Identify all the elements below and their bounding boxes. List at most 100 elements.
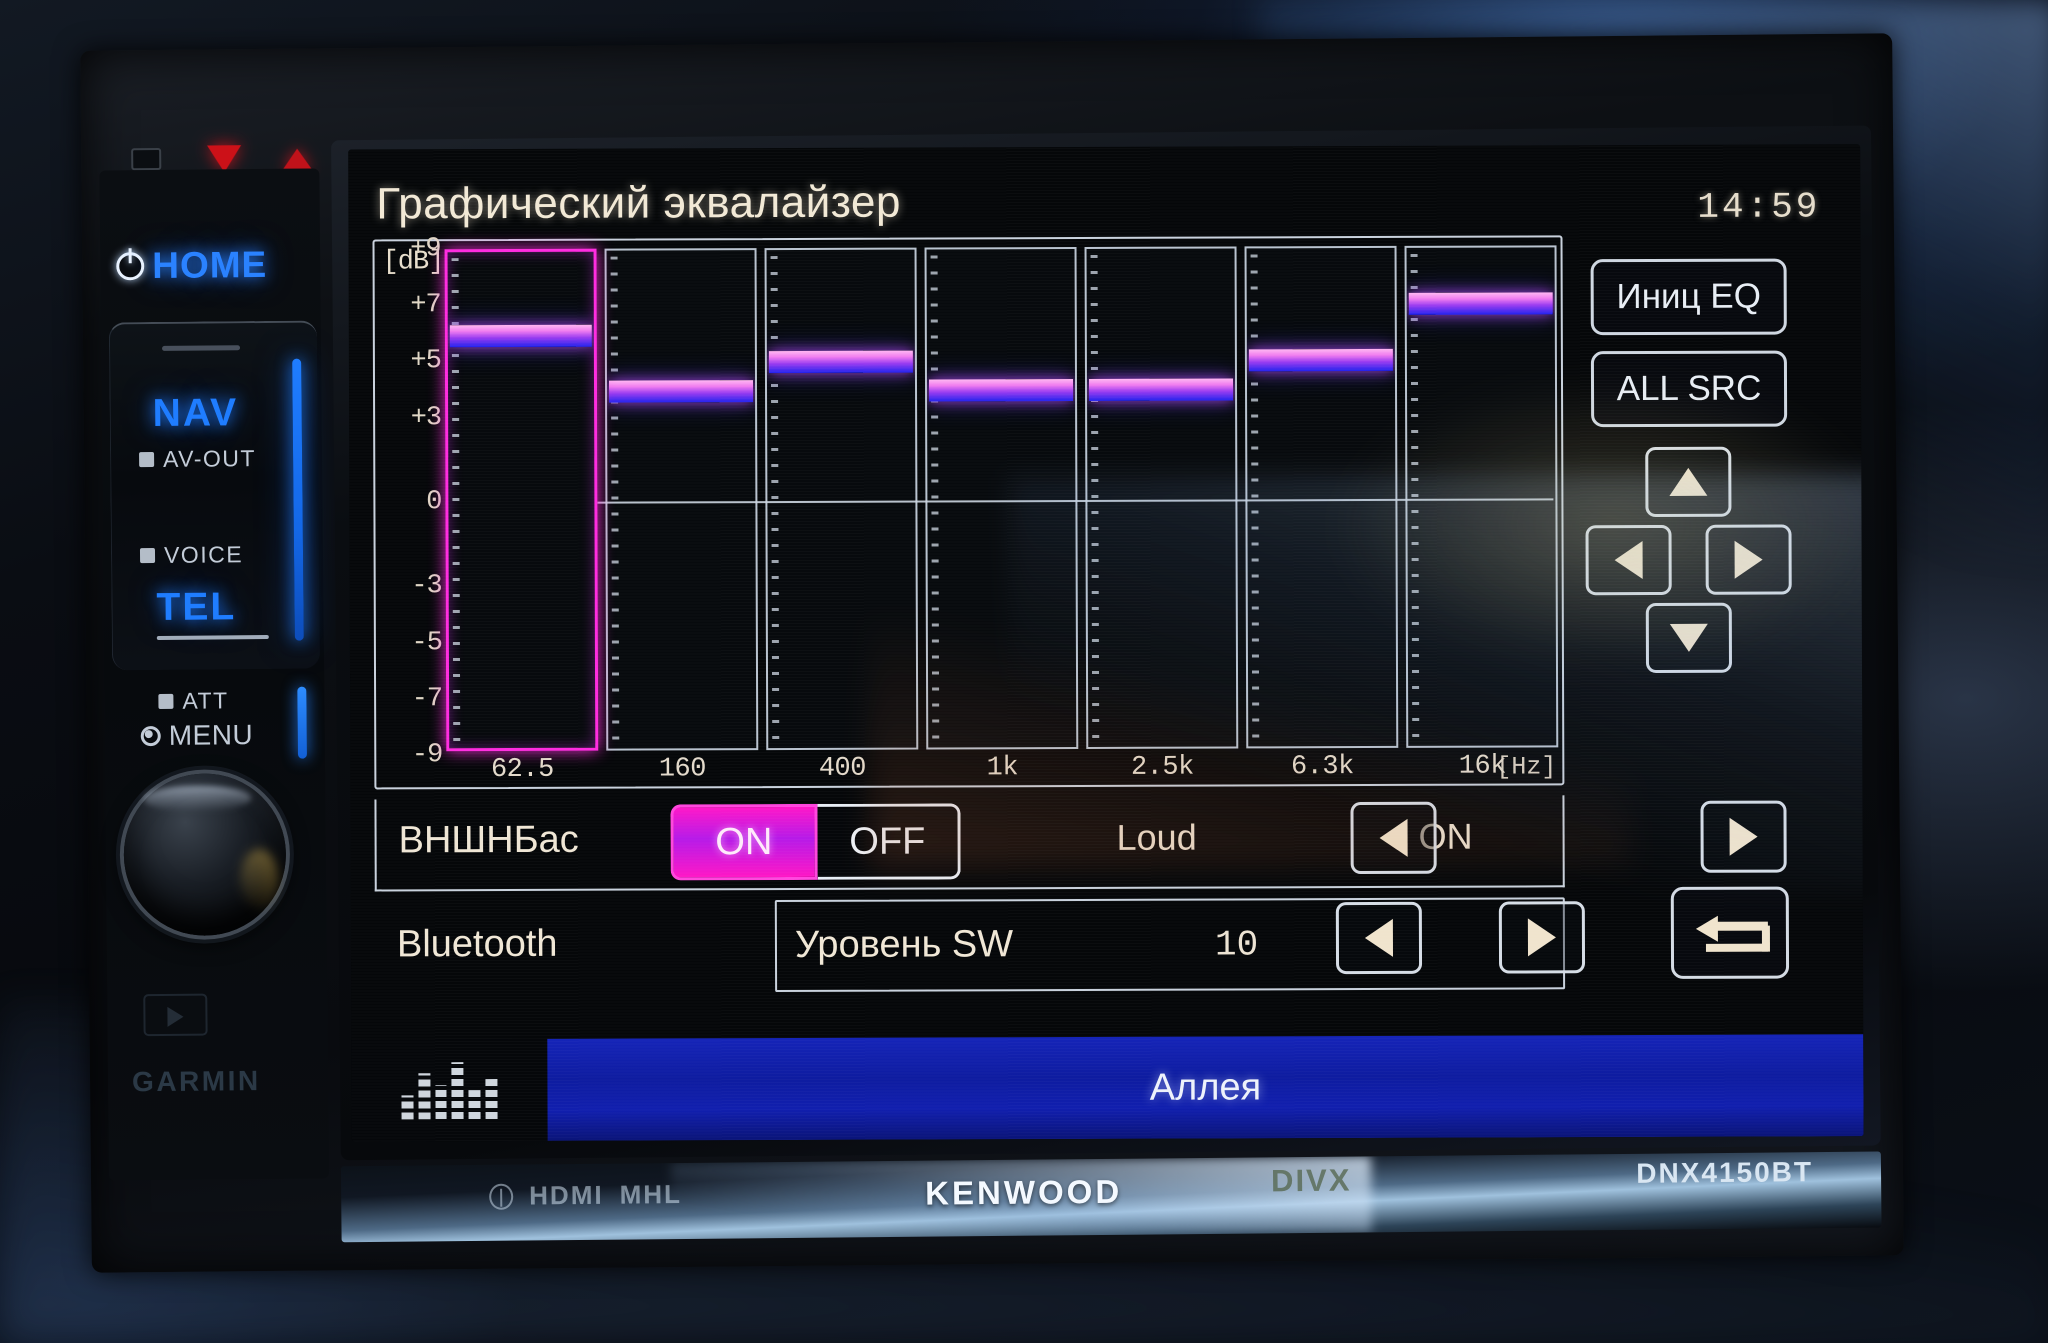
freq-tick-label: 400 — [818, 753, 866, 784]
sw-level-increment-button[interactable] — [1498, 901, 1586, 974]
equalizer-plot-area — [444, 245, 1559, 752]
sw-level-decrement-button[interactable] — [1335, 901, 1423, 975]
nav-up-button[interactable] — [1645, 446, 1732, 518]
db-tick-label: -3 — [411, 571, 442, 602]
freq-tick-label: 6.3k — [1290, 752, 1354, 783]
bass-off-option[interactable]: OFF — [816, 803, 961, 880]
band-scale-ticks — [770, 256, 780, 743]
menu-button[interactable]: MENU — [140, 719, 254, 752]
eq-band-160[interactable] — [604, 248, 759, 751]
source-icon-cell — [351, 1038, 548, 1142]
av-out-indicator: AV-OUT — [139, 445, 256, 473]
divx-logo: DIVX — [1270, 1162, 1352, 1199]
att-indicator: ATT — [158, 687, 229, 715]
eq-band-level-indicator[interactable] — [1248, 349, 1393, 372]
eq-band-level-indicator[interactable] — [449, 325, 592, 348]
source-title[interactable]: Аллея — [547, 1034, 1864, 1141]
db-tick-label: -7 — [411, 683, 443, 715]
sw-level-box: Уровень SW 10 — [774, 897, 1566, 993]
bass-on-option[interactable]: ON — [670, 803, 818, 881]
nav-button[interactable]: NAV — [152, 391, 238, 436]
power-icon — [116, 252, 145, 281]
eq-band-400[interactable] — [764, 247, 919, 751]
lcd-screen: Графический эквалайзер 14:59 [dB] +9 +7 +5… — [348, 144, 1864, 1142]
left-arrow-icon — [1364, 918, 1394, 958]
bass-extension-label: ВНШНБас — [398, 818, 579, 862]
freq-tick-label: 16k — [1458, 751, 1506, 782]
kenwood-logo: KENWOOD — [925, 1172, 1123, 1212]
eq-band-2.5k[interactable] — [1084, 246, 1239, 749]
bluetooth-label[interactable]: Bluetooth — [397, 923, 558, 967]
bass-extension-toggle[interactable]: ON OFF — [670, 803, 961, 881]
garmin-branding: GARMIN — [125, 987, 316, 1139]
up-arrow-icon — [1669, 467, 1708, 496]
nav-left-button[interactable] — [1585, 524, 1672, 596]
band-scale-ticks — [930, 255, 940, 742]
db-tick-label: +5 — [410, 346, 441, 377]
sw-level-label: Уровень SW — [794, 923, 1014, 966]
equalizer-bars-icon — [401, 1061, 498, 1120]
home-button[interactable]: HOME — [116, 235, 307, 297]
band-scale-ticks — [1250, 254, 1260, 741]
volume-knob[interactable] — [123, 772, 287, 937]
screen-bezel: Графический эквалайзер 14:59 [dB] +9 +7 +5… — [331, 125, 1881, 1161]
band-scale-ticks — [1090, 254, 1100, 741]
hdmi-logo: HDMI — [529, 1179, 604, 1211]
eq-band-62.5[interactable] — [444, 248, 599, 752]
db-tick-label: 0 — [426, 487, 442, 518]
menu-label: MENU — [168, 719, 254, 751]
garmin-label: GARMIN — [131, 1065, 261, 1098]
eject-led-icon — [283, 148, 312, 169]
front-panel-chrome-strip: HDMI MHL KENWOOD DIVX DNX4150BT — [340, 1151, 1882, 1243]
tel-button[interactable]: TEL — [156, 585, 236, 630]
left-arrow-icon — [1379, 818, 1408, 857]
eq-band-6.3k[interactable] — [1244, 245, 1399, 749]
band-scale-ticks — [610, 256, 620, 743]
page-title: Графический эквалайзер — [376, 177, 901, 229]
down-arrow-icon — [1669, 623, 1708, 652]
head-unit-chassis: HOME NAV AV-OUT VOICE TEL ATT MENU GARMI… — [80, 33, 1904, 1273]
av-out-led-icon — [139, 452, 155, 468]
left-arrow-icon — [1614, 541, 1643, 580]
loudness-increment-button[interactable] — [1700, 800, 1787, 873]
bluetooth-icon — [489, 1183, 514, 1210]
db-tick-label: +3 — [410, 402, 442, 433]
return-button[interactable] — [1670, 886, 1790, 979]
voice-indicator: VOICE — [139, 541, 244, 569]
freq-tick-label: 160 — [658, 754, 706, 785]
source-bar[interactable]: Аллея — [351, 1034, 1864, 1142]
tel-underline — [156, 634, 269, 641]
init-eq-button[interactable]: Иниц EQ — [1590, 258, 1787, 336]
sw-level-value: 10 — [1214, 924, 1259, 966]
eq-band-level-indicator[interactable] — [768, 351, 913, 374]
equalizer-graph: [dB] +9 +7 +5 +3 0 -3 -5 -7 -9 [Hz] 62.5 160 400 1k… — [372, 234, 1565, 790]
eq-band-16k[interactable] — [1404, 245, 1559, 748]
clock: 14:59 — [1697, 186, 1821, 228]
att-menu-panel: ATT MENU — [112, 680, 322, 937]
right-arrow-icon — [1729, 817, 1758, 856]
loudness-decrement-button[interactable] — [1350, 801, 1437, 875]
att-led-icon — [158, 693, 174, 710]
return-arrow-icon — [1695, 915, 1770, 956]
eq-band-1k[interactable] — [924, 247, 1079, 750]
eq-band-level-indicator[interactable] — [608, 379, 754, 403]
db-axis: [dB] +9 +7 +5 +3 0 -3 -5 -7 -9 — [381, 234, 445, 787]
right-arrow-icon — [1734, 540, 1763, 579]
att-label: ATT — [182, 687, 229, 714]
freq-tick-label: 62.5 — [490, 754, 554, 786]
connectivity-logos: HDMI MHL — [489, 1179, 682, 1212]
freq-tick-label: 1k — [986, 753, 1019, 784]
home-button-label: HOME — [152, 243, 268, 287]
av-out-label: AV-OUT — [162, 445, 257, 472]
all-src-button[interactable]: ALL SRC — [1590, 350, 1788, 428]
eq-band-level-indicator[interactable] — [1408, 292, 1553, 316]
nav-tel-panel: NAV AV-OUT VOICE TEL — [108, 320, 321, 671]
nav-right-button[interactable] — [1705, 524, 1792, 595]
eq-band-level-indicator[interactable] — [1088, 378, 1234, 401]
eq-band-level-indicator[interactable] — [928, 378, 1074, 402]
display-angle-icon — [131, 147, 162, 171]
db-tick-label: -9 — [411, 740, 443, 771]
media-slot-icon — [143, 993, 208, 1037]
nav-down-button[interactable] — [1645, 602, 1733, 674]
voice-label: VOICE — [163, 541, 244, 568]
